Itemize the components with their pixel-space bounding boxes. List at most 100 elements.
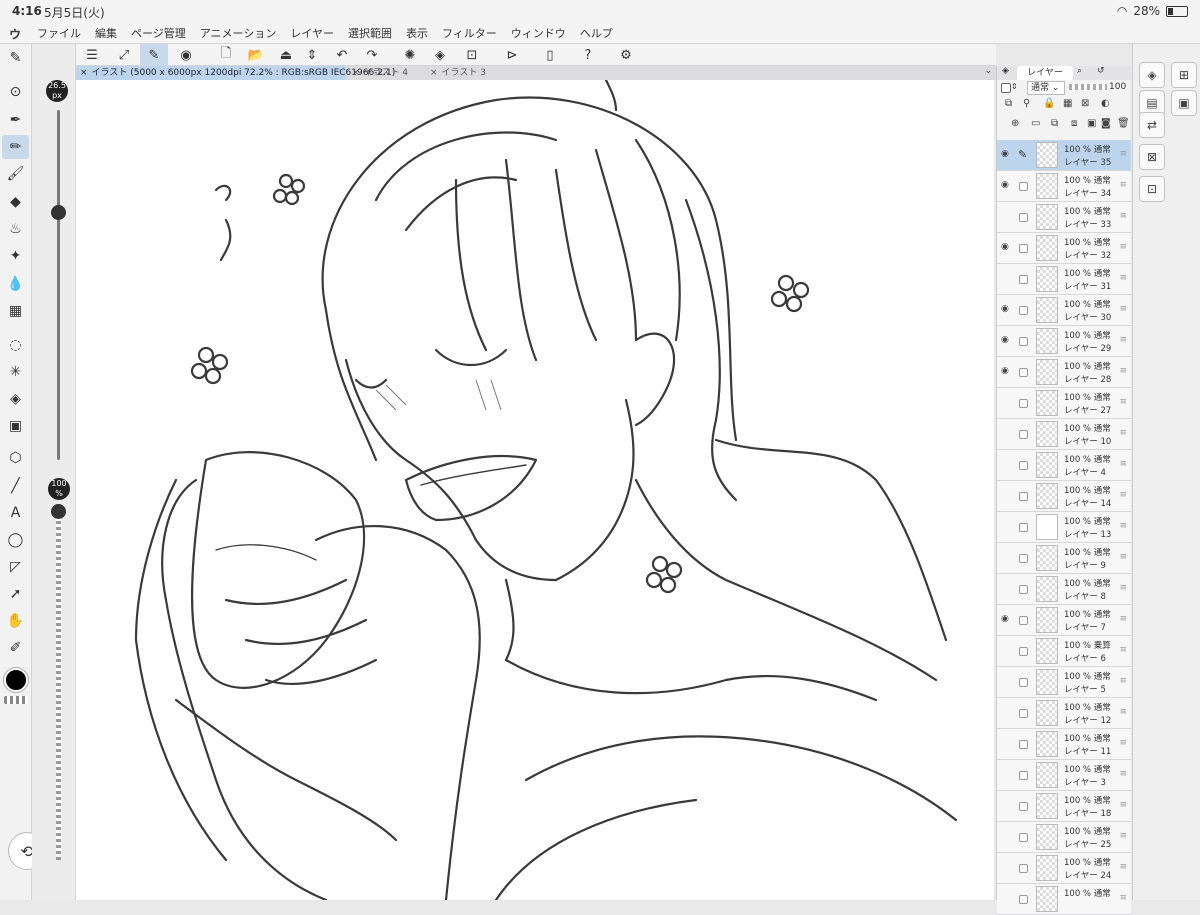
layer-checkbox[interactable] bbox=[1019, 678, 1028, 687]
merge-icon[interactable]: ⧈ bbox=[1071, 118, 1077, 129]
mask-layer-icon[interactable]: ◙ bbox=[1101, 118, 1111, 129]
drag-handle-icon[interactable]: ≡ bbox=[1119, 521, 1127, 531]
layer-checkbox[interactable] bbox=[1019, 213, 1028, 222]
material-icon[interactable]: ⊠ bbox=[1139, 144, 1165, 170]
layer-checkbox[interactable] bbox=[1019, 182, 1028, 191]
layer-checkbox[interactable] bbox=[1001, 83, 1011, 93]
drawing-canvas[interactable] bbox=[76, 80, 994, 900]
eye-icon[interactable]: ◉ bbox=[1001, 149, 1013, 159]
layer-checkbox[interactable] bbox=[1019, 833, 1028, 842]
smartphone-icon[interactable]: ▯ bbox=[536, 44, 564, 66]
navigator-icon[interactable]: ⊡ bbox=[1139, 176, 1165, 202]
drag-handle-icon[interactable]: ≡ bbox=[1119, 180, 1127, 190]
hand-tool-icon[interactable]: ✋ bbox=[2, 609, 29, 633]
drag-handle-icon[interactable]: ≡ bbox=[1119, 211, 1127, 221]
layer-row[interactable]: 100 % 通常 レイヤー 13 ≡ bbox=[997, 512, 1131, 543]
resize-icon[interactable]: ⤢ bbox=[110, 44, 138, 66]
layers-icon[interactable]: ◈ bbox=[1002, 66, 1009, 76]
menu-file[interactable]: ファイル bbox=[30, 25, 88, 41]
balloon-tool-icon[interactable]: ◯ bbox=[2, 528, 29, 552]
menu-filter[interactable]: フィルター bbox=[435, 25, 504, 41]
layers-dock-icon[interactable]: ◈ bbox=[1139, 62, 1165, 88]
layer-row[interactable]: 100 % 通常 レイヤー 8 ≡ bbox=[997, 574, 1131, 605]
layer-row[interactable]: 100 % 通常 レイヤー 27 ≡ bbox=[997, 388, 1131, 419]
transparent-color-swatch[interactable] bbox=[4, 696, 28, 704]
layer-checkbox[interactable] bbox=[1019, 523, 1028, 532]
text-tool-icon[interactable]: A bbox=[2, 501, 29, 525]
operation-tool-icon[interactable]: ➚ bbox=[2, 582, 29, 606]
drag-handle-icon[interactable]: ≡ bbox=[1119, 707, 1127, 717]
layer-row[interactable]: 100 % 通常 レイヤー 11 ≡ bbox=[997, 729, 1131, 760]
menu-animation[interactable]: アニメーション bbox=[193, 25, 284, 41]
loading-icon[interactable]: ✺ bbox=[396, 44, 424, 66]
stepper-icon[interactable]: ⇕ bbox=[298, 44, 326, 66]
drag-handle-icon[interactable]: ≡ bbox=[1119, 893, 1127, 903]
layer-row[interactable]: 100 % 通常 レイヤー 14 ≡ bbox=[997, 481, 1131, 512]
drag-handle-icon[interactable]: ≡ bbox=[1119, 428, 1127, 438]
layer-row[interactable]: ◉ 100 % 通常 レイヤー 30 ≡ bbox=[997, 295, 1131, 326]
flip-icon[interactable]: ⊳ bbox=[498, 44, 526, 66]
layer-checkbox[interactable] bbox=[1019, 864, 1028, 873]
gradient-tool-icon[interactable]: ▣ bbox=[2, 414, 29, 438]
drag-handle-icon[interactable]: ≡ bbox=[1119, 366, 1127, 376]
drag-handle-icon[interactable]: ≡ bbox=[1119, 614, 1127, 624]
lasso-tool-icon[interactable]: ◌ bbox=[2, 333, 29, 357]
brush-tool-icon[interactable]: 🖌 bbox=[2, 162, 29, 186]
help-icon[interactable]: ? bbox=[574, 44, 602, 66]
menu-layer[interactable]: レイヤー bbox=[283, 25, 341, 41]
decoration-tool-icon[interactable]: ✦ bbox=[2, 244, 29, 268]
drag-handle-icon[interactable]: ≡ bbox=[1119, 552, 1127, 562]
frame-tool-icon[interactable]: ▦ bbox=[2, 299, 29, 323]
eye-icon[interactable]: ◉ bbox=[1001, 614, 1013, 624]
layer-row[interactable]: 100 % 乗算 レイヤー 6 ≡ bbox=[997, 636, 1131, 667]
layer-row[interactable]: 100 % 通常 レイヤー 18 ≡ bbox=[997, 791, 1131, 822]
app-logo-icon[interactable]: ゥ bbox=[0, 23, 30, 43]
menu-selection[interactable]: 選択範囲 bbox=[341, 25, 399, 41]
brush-size-track[interactable] bbox=[57, 110, 60, 460]
drag-handle-icon[interactable]: ≡ bbox=[1119, 645, 1127, 655]
layer-checkbox[interactable] bbox=[1019, 430, 1028, 439]
menu-view[interactable]: 表示 bbox=[399, 25, 435, 41]
layer-row[interactable]: ◉ 100 % 通常 レイヤー 32 ≡ bbox=[997, 233, 1131, 264]
new-file-icon[interactable]: 🗋 bbox=[212, 44, 240, 66]
eye-icon[interactable]: ◉ bbox=[1001, 180, 1013, 190]
drag-handle-icon[interactable]: ≡ bbox=[1119, 769, 1127, 779]
tab-illust-3[interactable]: × イラスト 3 bbox=[426, 66, 502, 80]
new-folder-icon[interactable]: ▭ bbox=[1031, 118, 1040, 129]
menu-help[interactable]: ヘルプ bbox=[573, 25, 620, 41]
drag-handle-icon[interactable]: ≡ bbox=[1119, 304, 1127, 314]
layer-checkbox[interactable] bbox=[1019, 740, 1028, 749]
edit-icon[interactable]: ✎ bbox=[140, 44, 168, 66]
eraser-tool-icon[interactable]: ◆ bbox=[2, 190, 29, 214]
sub-tool-icon[interactable]: ✎ bbox=[2, 46, 29, 70]
eye-icon[interactable]: ◉ bbox=[1001, 304, 1013, 314]
layer-checkbox[interactable] bbox=[1019, 492, 1028, 501]
drag-handle-icon[interactable]: ≡ bbox=[1119, 676, 1127, 686]
layer-checkbox[interactable] bbox=[1019, 306, 1028, 315]
drag-handle-icon[interactable]: ≡ bbox=[1119, 149, 1127, 159]
copy-layer-icon[interactable]: ⧉ bbox=[1051, 118, 1058, 129]
layer-checkbox[interactable] bbox=[1019, 585, 1028, 594]
eye-icon[interactable]: ◉ bbox=[1001, 335, 1013, 345]
close-icon[interactable]: × bbox=[430, 68, 438, 78]
undo-history-icon[interactable]: ↺ bbox=[1097, 66, 1105, 76]
layer-checkbox[interactable] bbox=[1019, 399, 1028, 408]
layer-checkbox[interactable] bbox=[1019, 244, 1028, 253]
redo-icon[interactable]: ↷ bbox=[358, 44, 386, 66]
layer-checkbox[interactable] bbox=[1019, 771, 1028, 780]
lock-icon[interactable]: 🔒 bbox=[1043, 98, 1055, 109]
fill-command-icon[interactable]: ◈ bbox=[426, 44, 454, 66]
drag-handle-icon[interactable]: ≡ bbox=[1119, 335, 1127, 345]
layer-row[interactable]: ◉ ✎ 100 % 通常 レイヤー 35 ≡ bbox=[997, 140, 1131, 171]
sub-view-icon[interactable]: ▣ bbox=[1171, 90, 1197, 116]
layer-checkbox[interactable] bbox=[1019, 616, 1028, 625]
pen-tool-icon[interactable]: ✒ bbox=[2, 108, 29, 132]
layer-row[interactable]: 100 % 通常 レイヤー 24 ≡ bbox=[997, 853, 1131, 884]
crop-icon[interactable]: ⊡ bbox=[458, 44, 486, 66]
menu-window[interactable]: ウィンドウ bbox=[504, 25, 573, 41]
layer-row[interactable]: 100 % 通常 レイヤー 25 ≡ bbox=[997, 822, 1131, 853]
layer-row[interactable]: ◉ 100 % 通常 レイヤー 7 ≡ bbox=[997, 605, 1131, 636]
layer-row[interactable]: 100 % 通常 レイヤー 12 ≡ bbox=[997, 698, 1131, 729]
layer-row[interactable]: 100 % 通常 レイヤー 33 ≡ bbox=[997, 202, 1131, 233]
save-icon[interactable]: ⏏ bbox=[272, 44, 300, 66]
